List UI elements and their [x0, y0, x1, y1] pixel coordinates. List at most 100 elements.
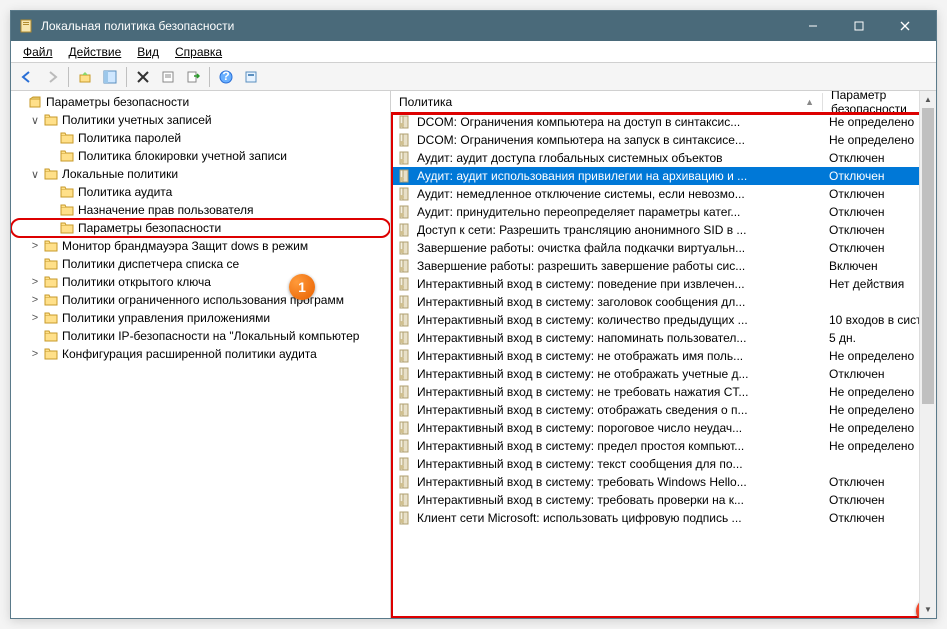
menu-help[interactable]: Справка — [167, 43, 230, 61]
delete-button[interactable] — [131, 65, 155, 89]
list-header: Политика▲ Параметр безопасности — [391, 91, 936, 113]
tree-label: Политики IP-безопасности на "Локальный к… — [62, 329, 359, 343]
vertical-scrollbar[interactable]: ▲ ▼ — [919, 91, 936, 618]
up-button[interactable] — [73, 65, 97, 89]
tree-item[interactable]: Политика аудита — [11, 183, 390, 201]
list-row[interactable]: Завершение работы: разрешить завершение … — [391, 257, 936, 275]
annotation-badge-1: 1 — [289, 274, 315, 300]
expand-toggle[interactable]: > — [27, 294, 43, 306]
menu-action[interactable]: Действие — [61, 43, 130, 61]
list-row[interactable]: Интерактивный вход в систему: не требова… — [391, 383, 936, 401]
policy-icon — [397, 186, 413, 202]
properties-button[interactable] — [156, 65, 180, 89]
window: Локальная политика безопасности Файл Дей… — [10, 10, 937, 619]
list-row[interactable]: DCOM: Ограничения компьютера на запуск в… — [391, 131, 936, 149]
column-policy[interactable]: Политика▲ — [391, 93, 823, 111]
tree-label: Назначение прав пользователя — [78, 203, 254, 217]
list-row[interactable]: Аудит: принудительно переопределяет пара… — [391, 203, 936, 221]
folder-icon — [43, 328, 59, 344]
expand-toggle[interactable]: > — [27, 240, 43, 252]
policy-icon — [397, 204, 413, 220]
list-row[interactable]: Аудит: немедленное отключение системы, е… — [391, 185, 936, 203]
list-row[interactable]: Интерактивный вход в систему: напоминать… — [391, 329, 936, 347]
tree-label: Локальные политики — [62, 167, 178, 181]
refresh-button[interactable] — [239, 65, 263, 89]
folder-icon — [59, 148, 75, 164]
expand-toggle[interactable]: > — [27, 276, 43, 288]
tree-item[interactable]: ∨Политики учетных записей — [11, 111, 390, 129]
list-row[interactable]: Интерактивный вход в систему: количество… — [391, 311, 936, 329]
forward-button[interactable] — [40, 65, 64, 89]
toolbar: ? — [11, 63, 936, 91]
list-row[interactable]: Интерактивный вход в систему: требовать … — [391, 473, 936, 491]
folder-icon — [59, 130, 75, 146]
help-button[interactable]: ? — [214, 65, 238, 89]
scroll-track[interactable] — [920, 108, 936, 601]
expand-toggle[interactable]: ∨ — [27, 168, 43, 181]
folder-icon — [43, 292, 59, 308]
policy-name: Аудит: аудит использования привилегии на… — [417, 169, 747, 183]
policy-icon — [397, 222, 413, 238]
tree-item[interactable]: >Монитор брандмауэра Защит dows в режим — [11, 237, 390, 255]
tree-item[interactable]: Политика паролей — [11, 129, 390, 147]
list-row[interactable]: Интерактивный вход в систему: не отображ… — [391, 347, 936, 365]
tree-item[interactable]: Параметры безопасности — [11, 219, 390, 237]
tree-item[interactable]: >Конфигурация расширенной политики аудит… — [11, 345, 390, 363]
list-row[interactable]: Интерактивный вход в систему: предел про… — [391, 437, 936, 455]
tree-label: Политика аудита — [78, 185, 172, 199]
menu-view[interactable]: Вид — [129, 43, 167, 61]
policy-icon — [397, 150, 413, 166]
tree-item[interactable]: Политики IP-безопасности на "Локальный к… — [11, 327, 390, 345]
minimize-button[interactable] — [790, 11, 836, 41]
back-button[interactable] — [15, 65, 39, 89]
tree-item[interactable]: Назначение прав пользователя — [11, 201, 390, 219]
tree-panel[interactable]: Параметры безопасности∨Политики учетных … — [11, 91, 391, 618]
tree-item[interactable]: >Политики ограниченного использования пр… — [11, 291, 390, 309]
policy-name: Интерактивный вход в систему: количество… — [417, 313, 748, 327]
policy-name: Завершение работы: разрешить завершение … — [417, 259, 745, 273]
list-row[interactable]: Клиент сети Microsoft: использовать цифр… — [391, 509, 936, 527]
expand-toggle[interactable]: ∨ — [27, 114, 43, 127]
list-row[interactable]: Доступ к сети: Разрешить трансляцию анон… — [391, 221, 936, 239]
policy-icon — [397, 312, 413, 328]
list-row[interactable]: Интерактивный вход в систему: поведение … — [391, 275, 936, 293]
tree-item[interactable]: >Политики открытого ключа — [11, 273, 390, 291]
scroll-down-button[interactable]: ▼ — [920, 601, 936, 618]
tree-item[interactable]: > Политики управления приложениями — [11, 309, 390, 327]
folder-icon — [59, 202, 75, 218]
list-row[interactable]: Интерактивный вход в систему: отображать… — [391, 401, 936, 419]
policy-name: Интерактивный вход в систему: заголовок … — [417, 295, 745, 309]
policy-name: Интерактивный вход в систему: требовать … — [417, 493, 744, 507]
policy-name: Интерактивный вход в систему: не отображ… — [417, 349, 743, 363]
show-hide-tree-button[interactable] — [98, 65, 122, 89]
tree-label: Политики управления приложениями — [62, 311, 270, 325]
folder-icon — [43, 112, 59, 128]
list-row[interactable]: DCOM: Ограничения компьютера на доступ в… — [391, 113, 936, 131]
scroll-thumb[interactable] — [922, 108, 934, 404]
expand-toggle[interactable]: > — [27, 312, 43, 324]
tree-root[interactable]: Параметры безопасности — [11, 93, 390, 111]
tree-item[interactable]: Политика блокировки учетной записи — [11, 147, 390, 165]
expand-toggle[interactable]: > — [27, 348, 43, 360]
list-row[interactable]: Завершение работы: очистка файла подкачк… — [391, 239, 936, 257]
list-row[interactable]: Аудит: аудит использования привилегии на… — [391, 167, 936, 185]
list-row[interactable]: Интерактивный вход в систему: текст сооб… — [391, 455, 936, 473]
sort-asc-icon: ▲ — [805, 97, 814, 107]
close-button[interactable] — [882, 11, 928, 41]
list-row[interactable]: Интерактивный вход в систему: заголовок … — [391, 293, 936, 311]
maximize-button[interactable] — [836, 11, 882, 41]
export-button[interactable] — [181, 65, 205, 89]
policy-name: Интерактивный вход в систему: текст сооб… — [417, 457, 743, 471]
list-row[interactable]: Аудит: аудит доступа глобальных системны… — [391, 149, 936, 167]
scroll-up-button[interactable]: ▲ — [920, 91, 936, 108]
toolbar-separator — [209, 67, 210, 87]
menu-file[interactable]: Файл — [15, 43, 61, 61]
tree-item[interactable]: Политики диспетчера списка се — [11, 255, 390, 273]
list-row[interactable]: Интерактивный вход в систему: не отображ… — [391, 365, 936, 383]
tree-item[interactable]: ∨ Локальные политики — [11, 165, 390, 183]
list-row[interactable]: Интерактивный вход в систему: пороговое … — [391, 419, 936, 437]
policy-name: Клиент сети Microsoft: использовать цифр… — [417, 511, 742, 525]
list-body[interactable]: DCOM: Ограничения компьютера на доступ в… — [391, 113, 936, 618]
policy-name: Интерактивный вход в систему: поведение … — [417, 277, 745, 291]
list-row[interactable]: Интерактивный вход в систему: требовать … — [391, 491, 936, 509]
